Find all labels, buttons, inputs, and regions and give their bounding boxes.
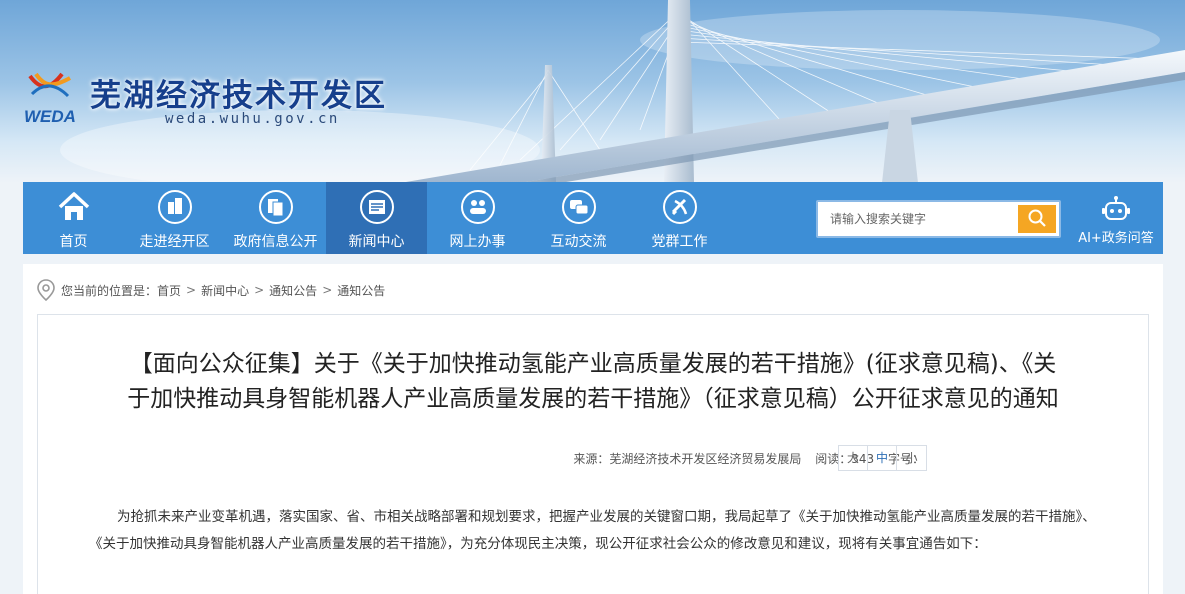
party-emblem-icon — [662, 190, 697, 224]
nav-label: 首页 — [59, 234, 88, 250]
nav-label: 互动交流 — [550, 234, 607, 250]
article-source: 芜湖经济技术开发区经济贸易发展局 — [609, 452, 802, 466]
breadcrumb-news[interactable]: 新闻中心 — [201, 282, 249, 299]
font-size-medium-button[interactable]: 中 — [868, 446, 897, 470]
article-body-paragraph: 为抢抓未来产业变革机遇，落实国家、省、市相关战略部署和规划要求，把握产业发展的关… — [89, 509, 1096, 552]
font-size-switcher: 大 中 小 — [838, 445, 927, 471]
search-box — [816, 200, 1061, 238]
nav-label: 政府信息公开 — [233, 234, 318, 250]
search-input[interactable] — [822, 205, 1017, 233]
chat-icon — [561, 190, 596, 224]
hands-icon — [460, 190, 495, 224]
breadcrumb-home[interactable]: 首页 — [157, 282, 181, 299]
nav-item-online-services[interactable]: 网上办事 — [427, 182, 528, 254]
nav-label: 新闻中心 — [348, 234, 405, 250]
main-nav: 首页 走进经开区 政府信息公开 新闻中心 网上办事 互动交流 党群工作 请输入搜… — [23, 182, 1163, 254]
breadcrumb-separator: > — [322, 283, 333, 297]
font-size-large-button[interactable]: 大 — [839, 446, 868, 470]
header-banner: WEDA 芜湖经济技术开发区 weda.wuhu.gov.cn — [0, 0, 1185, 183]
newspaper-icon — [359, 190, 394, 224]
nav-item-home[interactable]: 首页 — [23, 182, 124, 254]
nav-item-interaction[interactable]: 互动交流 — [528, 182, 629, 254]
article-title-line: 【面向公众征集】关于《关于加快推动氢能产业高质量发展的若干措施》(征求意见稿)、… — [129, 351, 1057, 377]
nav-label: 党群工作 — [651, 234, 708, 250]
site-domain: weda.wuhu.gov.cn — [165, 111, 340, 127]
nav-item-party[interactable]: 党群工作 — [629, 182, 730, 254]
home-icon — [58, 192, 89, 220]
weda-logo: WEDA — [24, 72, 76, 126]
breadcrumb-prefix: 您当前的位置是： — [61, 283, 158, 298]
breadcrumb-separator: > — [186, 283, 197, 297]
search-button[interactable] — [1018, 205, 1056, 233]
breadcrumb: 您当前的位置是： 首页 > 新闻中心 > 通知公告 > 通知公告 — [37, 279, 385, 301]
breadcrumb-separator: > — [254, 283, 265, 297]
font-size-small-button[interactable]: 小 — [897, 446, 926, 470]
content-area: 您当前的位置是： 首页 > 新闻中心 > 通知公告 > 通知公告 【面向公众征集… — [23, 264, 1163, 594]
breadcrumb-notices[interactable]: 通知公告 — [269, 282, 317, 299]
svg-text:WEDA: WEDA — [24, 107, 76, 126]
nav-label: 走进经开区 — [139, 234, 210, 250]
article-title-line: 于加快推动具身智能机器人产业高质量发展的若干措施》（征求意见稿）公开征求意见的通… — [127, 386, 1059, 412]
building-icon — [157, 190, 192, 224]
nav-item-about[interactable]: 走进经开区 — [124, 182, 225, 254]
nav-label: 网上办事 — [449, 234, 506, 250]
breadcrumb-current[interactable]: 通知公告 — [337, 282, 385, 299]
ai-assistant-label: AI+政务问答 — [1078, 231, 1154, 246]
nav-item-gov-info[interactable]: 政府信息公开 — [225, 182, 326, 254]
article: 【面向公众征集】关于《关于加快推动氢能产业高质量发展的若干措施》(征求意见稿)、… — [37, 314, 1149, 594]
robot-icon — [1102, 196, 1130, 220]
ai-assistant-button[interactable]: AI+政务问答 — [1073, 194, 1159, 246]
location-pin-icon — [37, 279, 55, 301]
documents-icon — [258, 190, 293, 224]
site-title: 芜湖经济技术开发区 — [90, 78, 387, 114]
source-label: 来源： — [573, 452, 610, 466]
nav-item-news[interactable]: 新闻中心 — [326, 182, 427, 254]
article-title: 【面向公众征集】关于《关于加快推动氢能产业高质量发展的若干措施》(征求意见稿)、… — [78, 347, 1108, 417]
search-icon — [1028, 209, 1046, 227]
